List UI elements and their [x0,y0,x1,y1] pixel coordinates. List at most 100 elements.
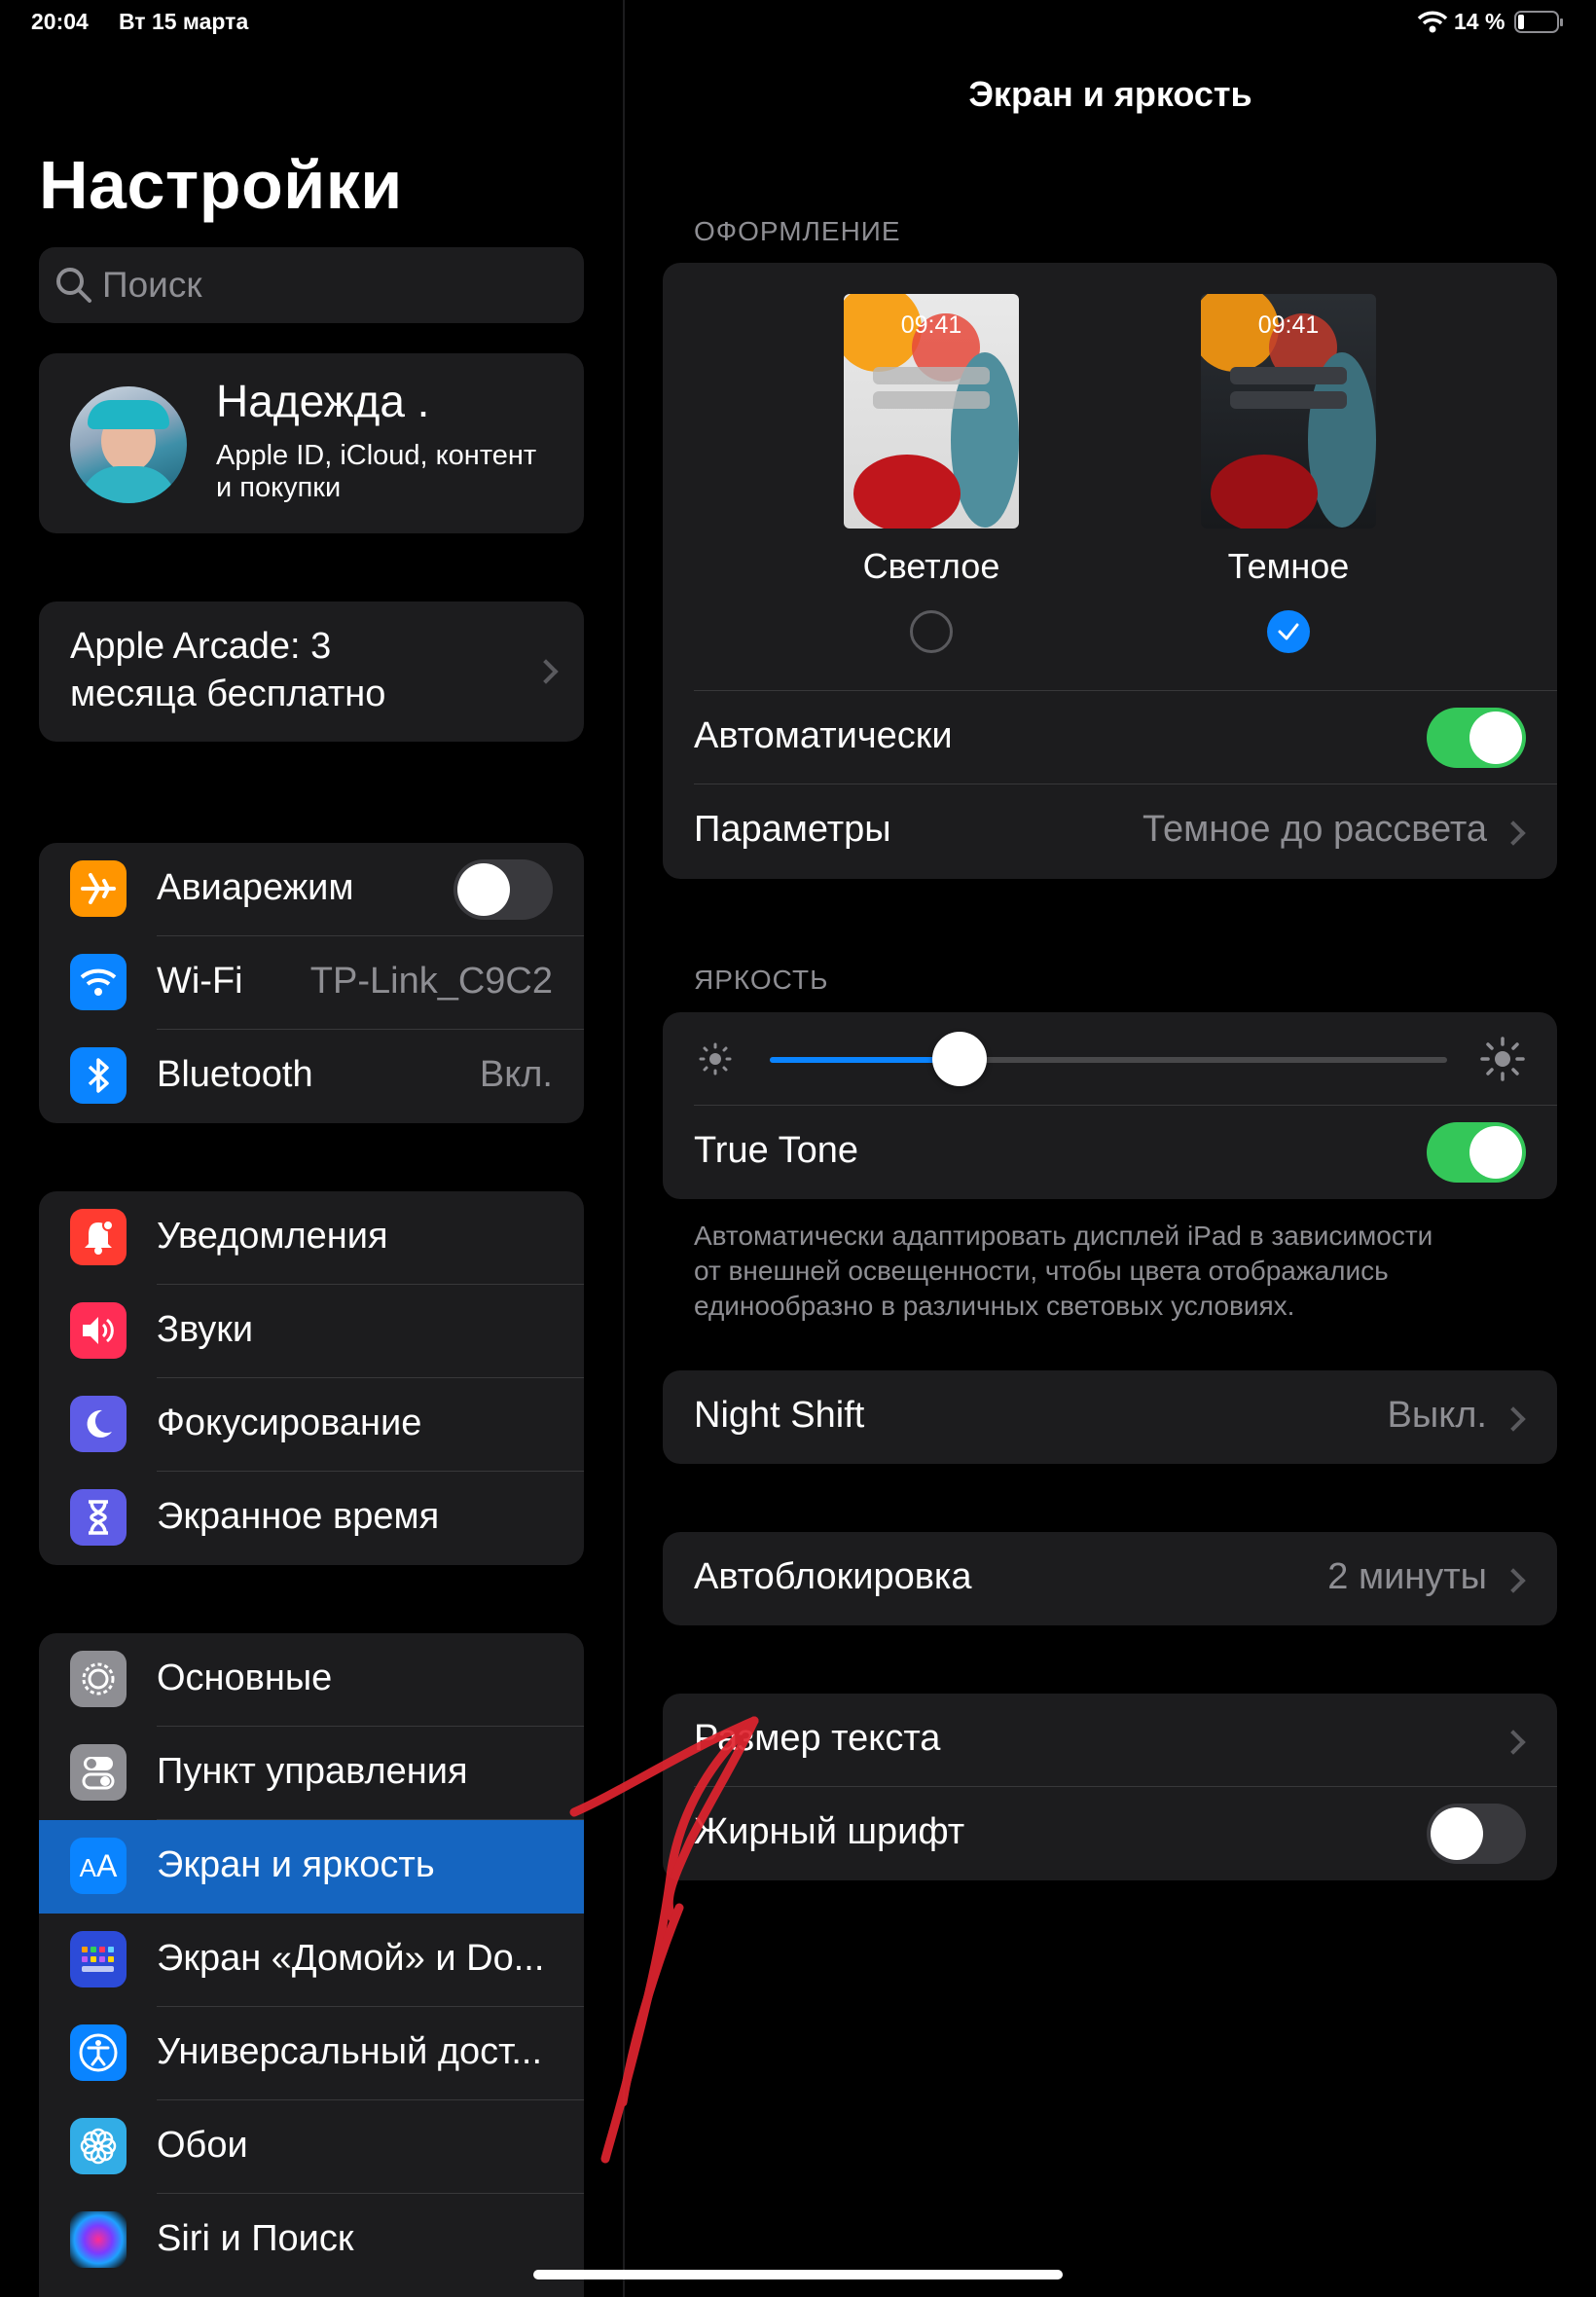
sidebar-item-sounds[interactable]: Звуки [39,1285,584,1378]
chevron-right-icon [1501,820,1526,846]
chevron-right-icon [533,659,559,684]
promo-line-1: Apple Arcade: 3 [70,626,332,667]
night-shift-label: Night Shift [694,1395,865,1436]
sidebar-item-label: Универсальный дост... [157,2031,543,2072]
sidebar-item-label: Авиарежим [157,867,354,908]
sidebar-item-label: Пункт управления [157,1751,468,1792]
sidebar-item-airplane[interactable]: Авиарежим [39,843,584,936]
appearance-card: 09:41 09:41 Светлое Темное Автоматически… [663,263,1557,879]
bold-text-toggle[interactable] [1427,1804,1526,1864]
promo-line-2: месяца бесплатно [70,674,386,714]
home-grid-icon [70,1931,127,1987]
profile-card[interactable]: Надежда . Apple ID, iCloud, контент и по… [39,353,584,533]
brightness-knob[interactable] [932,1032,987,1086]
brightness-slider[interactable] [770,1032,1447,1086]
notifications-group: Уведомления Звуки Фокусирование Экранное… [39,1191,584,1565]
light-theme-preview[interactable]: 09:41 [844,294,1019,529]
checkmark-icon [1278,623,1299,640]
sidebar-item-label: Экран «Домой» и Do... [157,1938,545,1979]
autolock-card: Автоблокировка 2 минуты [663,1532,1557,1625]
chevron-right-icon [1501,1730,1526,1755]
speaker-icon [70,1302,127,1359]
profile-subtitle-1: Apple ID, iCloud, контент [216,440,537,471]
sidebar-item-label: Экран и яркость [157,1844,435,1885]
sidebar-item-general[interactable]: Основные [39,1633,584,1727]
battery-icon [1514,11,1563,33]
sidebar-item-label: Основные [157,1658,333,1698]
home-indicator[interactable] [533,2270,1063,2279]
wifi-status-icon [1417,10,1448,33]
sidebar-item-notifications[interactable]: Уведомления [39,1191,584,1285]
sidebar-item-focus[interactable]: Фокусирование [39,1378,584,1472]
sidebar-item-label: Bluetooth [157,1054,313,1095]
light-preview-time: 09:41 [900,311,962,339]
brightness-header: ЯРКОСТЬ [694,965,829,995]
airplane-icon [70,860,127,917]
dark-theme-radio[interactable] [1267,610,1310,653]
apple-arcade-promo[interactable]: Apple Arcade: 3 месяца бесплатно [39,602,584,742]
wifi-icon [70,954,127,1010]
true-tone-row: True Tone [663,1106,1557,1199]
sidebar-item-label: Звуки [157,1309,254,1350]
sidebar-item-label: Siri и Поиск [157,2218,354,2259]
sidebar-item-siri[interactable]: Siri и Поиск [39,2194,584,2287]
search-placeholder: Поиск [102,265,202,305]
night-shift-row[interactable]: Night Shift Выкл. [663,1370,1557,1464]
bluetooth-icon [70,1047,127,1104]
hourglass-icon [70,1489,127,1546]
light-theme-label: Светлое [862,546,1000,586]
bell-icon [70,1209,127,1265]
chevron-right-icon [1501,1568,1526,1593]
gear-icon [70,1651,127,1707]
search-input[interactable]: Поиск [39,247,584,323]
auto-appearance-row: Автоматически [663,691,1557,784]
system-group: Основные Пункт управления AA Экран и ярк… [39,1633,584,2297]
status-date: Вт 15 марта [119,9,249,34]
auto-appearance-toggle[interactable] [1427,708,1526,768]
dark-theme-label: Темное [1227,546,1350,586]
autolock-row[interactable]: Автоблокировка 2 минуты [663,1532,1557,1625]
siri-icon [70,2211,127,2268]
moon-icon [70,1396,127,1452]
true-tone-label: True Tone [694,1130,858,1171]
brightness-fill [770,1057,960,1063]
true-tone-toggle[interactable] [1427,1122,1526,1183]
accessibility-icon [70,2024,127,2081]
battery-percent: 14 % [1454,9,1505,34]
detail-title: Экран и яркость [968,74,1252,114]
sidebar-item-wallpaper[interactable]: Обои [39,2100,584,2194]
connectivity-group: Авиарежим Wi-Fi TP-Link_C9C2 Bluetooth В… [39,843,584,1123]
appearance-options-row[interactable]: Параметры Темное до рассвета [663,784,1557,878]
profile-name: Надежда . [216,376,430,426]
autolock-label: Автоблокировка [694,1556,972,1597]
sidebar-item-wifi[interactable]: Wi-Fi TP-Link_C9C2 [39,936,584,1030]
night-shift-value: Выкл. [1387,1395,1487,1436]
text-size-icon: AA [70,1838,127,1894]
wifi-network-value: TP-Link_C9C2 [309,961,553,1002]
sidebar-item-bluetooth[interactable]: Bluetooth Вкл. [39,1030,584,1123]
dark-theme-preview[interactable]: 09:41 [1201,294,1376,529]
bluetooth-value: Вкл. [479,1054,553,1095]
true-tone-description: Автоматически адаптировать дисплей iPad … [694,1221,1433,1321]
avatar [70,386,187,503]
autolock-value: 2 минуты [1327,1556,1487,1597]
sun-small-icon [699,1042,732,1076]
sidebar-item-home-screen[interactable]: Экран «Домой» и Do... [39,1914,584,2007]
sidebar-item-label: Уведомления [157,1216,388,1257]
sidebar-item-label: Wi-Fi [157,961,243,1002]
appearance-header: ОФОРМЛЕНИЕ [694,216,901,246]
sidebar-item-accessibility[interactable]: Универсальный дост... [39,2007,584,2100]
sidebar-item-control-center[interactable]: Пункт управления [39,1727,584,1820]
sidebar-item-label: Фокусирование [157,1403,422,1443]
sidebar-item-screen-time[interactable]: Экранное время [39,1472,584,1565]
search-icon [56,268,91,303]
light-theme-radio[interactable] [910,610,953,653]
sidebar-item-label: Экранное время [157,1496,440,1537]
flower-icon [70,2118,127,2174]
airplane-toggle[interactable] [453,859,553,920]
switches-icon [70,1744,127,1801]
sidebar-item-display[interactable]: AA Экран и яркость [39,1820,584,1914]
status-time: 20:04 [31,9,89,34]
night-shift-card: Night Shift Выкл. [663,1370,1557,1464]
options-label: Параметры [694,809,891,850]
